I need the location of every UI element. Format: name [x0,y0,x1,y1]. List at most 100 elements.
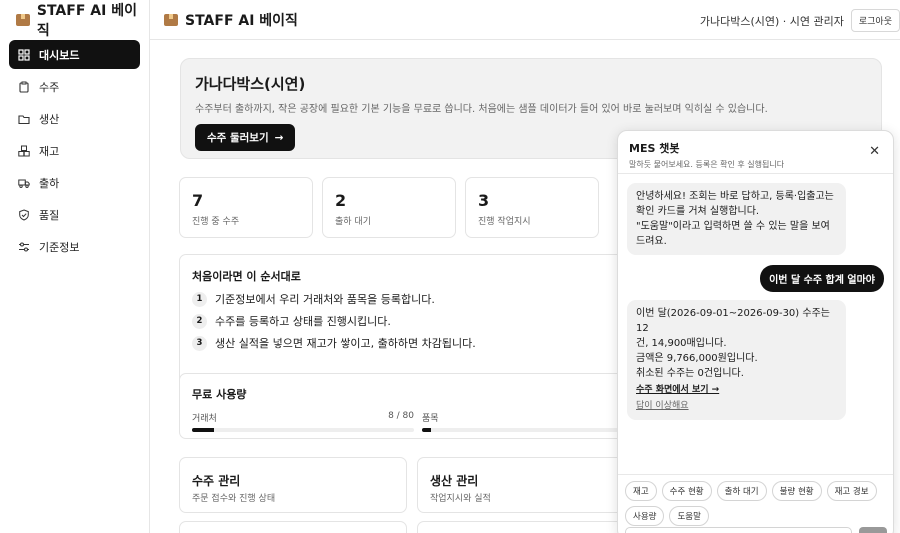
card-title: 수주 관리 [192,474,241,488]
stats-row: 7 진행 중 수주 2 출하 대기 3 진행 작업지시 [179,177,599,238]
stat-value: 2 [335,191,347,210]
usage-bar-fill [192,428,215,432]
usage-bar [192,428,414,432]
chatbot-panel: MES 챗봇 말하듯 물어보세요. 등록은 확인 후 실행됩니다 ✕ 안녕하세요… [617,130,894,533]
stat-label: 출하 대기 [335,217,371,227]
truck-icon [18,177,30,189]
grid-icon [18,48,30,61]
stat-value: 7 [192,191,204,210]
hero-title: 가나다박스(시연) [195,75,306,93]
quick-reply-chip[interactable]: 재고 [625,481,657,501]
arrow-right-icon: → [274,131,284,144]
message-line: 드려요. [636,236,667,247]
usage-bar-fill [422,428,431,432]
user-message: 이번 달 수주 합계 얼마야 [760,265,884,292]
sidebar-item-label: 품질 [39,208,60,222]
chat-input[interactable] [625,527,852,533]
quick-reply-chip[interactable]: 수주 현황 [661,481,712,501]
close-icon[interactable]: ✕ [869,144,880,159]
chat-subtitle: 말하듯 물어보세요. 등록은 확인 후 실행됩니다 [629,160,785,169]
stat-label: 진행 중 수주 [192,217,240,227]
usage-item-products: 품목 10 [422,411,644,432]
step-number: 2 [192,313,207,329]
step-number: 3 [192,335,207,351]
brand[interactable]: STAFF AI 베이직 [0,0,149,40]
folder-icon [18,113,30,125]
boxes-icon [18,145,30,157]
chat-messages: 안녕하세요! 조회는 바로 답하고, 등록·입출고는 확인 카드를 거쳐 실행합… [618,174,893,439]
quick-reply-chip[interactable]: 출하 대기 [716,481,767,501]
quick-reply-chip[interactable]: 사용량 [625,506,665,526]
chat-header: MES 챗봇 말하듯 물어보세요. 등록은 확인 후 실행됩니다 ✕ [618,131,893,174]
sidebar-nav: 대시보드 수주 생산 재고 출하 품질 기준정보 [0,40,149,261]
view-orders-link[interactable]: 수주 화면에서 보기 → [636,383,719,398]
chat-title: MES 챗봇 [629,142,680,155]
send-button[interactable] [859,527,887,533]
usage-count: 8 / 80 [388,411,414,421]
sidebar-item-label: 기준정보 [39,240,80,254]
stat-card[interactable]: 2 출하 대기 [322,177,456,238]
quick-reply-chip[interactable]: 재고 경보 [826,481,877,501]
stat-card[interactable]: 7 진행 중 수주 [179,177,313,238]
step-text: 수주를 등록하고 상태를 진행시킵니다. [215,315,391,328]
message-line: 이번 달(2026-09-01~2026-09-30) 수주는 12 [636,308,830,334]
header-title: STAFF AI 베이직 [185,12,298,29]
usage-label: 거래처 [192,414,217,424]
box-logo-icon [16,14,30,26]
message-line: 금액은 9,766,000원입니다. [636,353,758,364]
box-logo-icon [164,13,178,26]
message-line: 건, 14,900매입니다. [636,338,727,349]
sidebar-item-inventory[interactable]: 재고 [9,136,140,165]
quick-reply-chip[interactable]: 불량 현황 [771,481,822,501]
bot-message: 안녕하세요! 조회는 바로 답하고, 등록·입출고는 확인 카드를 거쳐 실행합… [627,183,846,255]
top-header: STAFF AI 베이직 가나다박스(시연) · 시연 관리자 로그아웃 [150,0,900,40]
module-card[interactable] [417,521,645,533]
step-text: 기준정보에서 우리 거래처와 품목을 등록합니다. [215,293,435,306]
shield-check-icon [18,208,30,221]
bot-message: 이번 달(2026-09-01~2026-09-30) 수주는 12 건, 14… [627,300,846,420]
button-label: 수주 둘러보기 [207,132,269,144]
usage-item-clients: 거래처 8 / 80 [192,411,414,432]
step-number: 1 [192,291,207,307]
quick-replies: 재고 수주 현황 출하 대기 불량 현황 재고 경보 사용량 도움말 [625,481,886,526]
sidebar-item-dashboard[interactable]: 대시보드 [9,40,140,69]
usage-bar [422,428,644,432]
header-brand: STAFF AI 베이직 [164,10,298,30]
sidebar-item-production[interactable]: 생산 [9,104,140,133]
sidebar-item-label: 생산 [39,112,60,126]
module-card[interactable] [179,521,407,533]
sidebar-item-master-data[interactable]: 기준정보 [9,232,140,261]
card-title: 생산 관리 [430,474,479,488]
sidebar-item-shipping[interactable]: 출하 [9,168,140,197]
sidebar-item-label: 수주 [39,80,60,94]
message-line: 취소된 수주는 0건입니다. [636,368,744,379]
card-desc: 작업지시와 실적 [430,494,491,504]
message-line: "도움말"이라고 입력하면 쓸 수 있는 말을 보여 [636,221,830,232]
production-management-card[interactable]: 생산 관리 작업지시와 실적 [417,457,645,513]
order-management-card[interactable]: 수주 관리 주문 접수와 진행 상태 [179,457,407,513]
step-text: 생산 실적을 넣으면 재고가 쌓이고, 출하하면 차감됩니다. [215,337,476,350]
sidebar-item-label: 대시보드 [39,48,80,62]
clipboard-icon [18,81,30,93]
hero-description: 수주부터 출하까지, 작은 공장에 필요한 기본 기능을 무료로 씁니다. 처음… [195,104,768,115]
stat-card[interactable]: 3 진행 작업지시 [465,177,599,238]
message-line: 확인 카드를 거쳐 실행합니다. [636,206,760,217]
logout-button[interactable]: 로그아웃 [850,9,900,32]
user-info: 가나다박스(시연) · 시연 관리자 [699,14,844,28]
sidebar-item-quality[interactable]: 품질 [9,200,140,229]
brand-title: STAFF AI 베이직 [36,3,137,39]
header-right: 가나다박스(시연) · 시연 관리자 로그아웃 [700,9,900,32]
sidebar-item-label: 재고 [39,144,60,158]
sidebar: STAFF AI 베이직 대시보드 수주 생산 재고 출하 품질 기준정보 [0,0,150,533]
module-cards: 수주 관리 주문 접수와 진행 상태 생산 관리 작업지시와 실적 [179,457,645,513]
sidebar-item-orders[interactable]: 수주 [9,72,140,101]
module-cards-row-2 [179,521,645,533]
quick-reply-chip[interactable]: 도움말 [669,506,709,526]
chat-footer: 재고 수주 현황 출하 대기 불량 현황 재고 경보 사용량 도움말 [618,474,893,533]
sidebar-item-label: 출하 [39,176,60,190]
sliders-icon [18,241,30,253]
usage-label: 품목 [422,414,439,424]
wrong-answer-link[interactable]: 답이 이상해요 [636,399,837,414]
card-desc: 주문 접수와 진행 상태 [192,494,276,504]
browse-orders-button[interactable]: 수주 둘러보기 → [195,124,296,151]
